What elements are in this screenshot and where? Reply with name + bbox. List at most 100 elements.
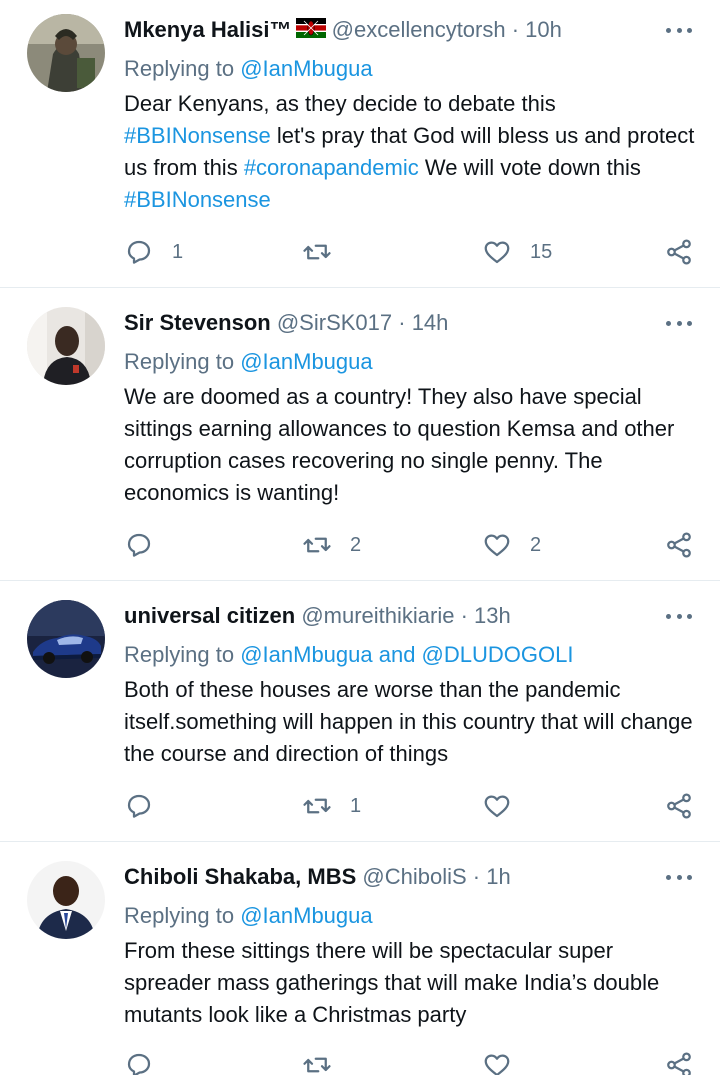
retweet-icon (303, 798, 331, 814)
retweet-icon (303, 1057, 331, 1073)
retweet-icon (303, 244, 331, 260)
handle[interactable]: @SirSK017 (277, 310, 392, 335)
timestamp[interactable]: 14h (412, 310, 449, 335)
handle[interactable]: @excellencytorsh (332, 17, 506, 42)
more-icon[interactable] (666, 307, 692, 339)
timestamp[interactable]: 13h (474, 603, 511, 628)
replying-prefix: Replying to (124, 349, 235, 374)
tweet-header: Mkenya Halisi™ @excellencytorsh · 10h (124, 14, 660, 46)
text-segment: Dear Kenyans, as they decide to debate t… (124, 91, 556, 116)
separator: · (454, 603, 475, 628)
like-button[interactable]: 15 (482, 236, 552, 268)
divider (0, 580, 720, 581)
tweet-header: Sir Stevenson @SirSK017 · 14h (124, 307, 660, 339)
timestamp[interactable]: 10h (525, 17, 562, 42)
tweet-text: Both of these houses are worse than the … (124, 674, 699, 770)
replying-prefix: Replying to (124, 642, 235, 667)
mention-link[interactable]: @IanMbugua and @DLUDOGOLI (240, 642, 573, 667)
divider (0, 287, 720, 288)
more-icon[interactable] (666, 14, 692, 46)
reply-icon (127, 240, 151, 264)
replying-to: Replying to @IanMbugua and @DLUDOGOLI (124, 640, 573, 670)
avatar[interactable] (27, 14, 105, 92)
separator: · (392, 310, 412, 335)
avatar[interactable] (27, 861, 105, 939)
tweet[interactable]: Sir Stevenson @SirSK017 · 14h Replying t… (0, 307, 720, 577)
retweet-button[interactable] (302, 236, 350, 268)
retweet-icon (303, 537, 331, 553)
retweet-button[interactable]: 2 (302, 529, 361, 561)
tweet-header: Chiboli Shakaba, MBS @ChiboliS · 1h (124, 861, 660, 893)
separator: · (466, 864, 487, 889)
share-icon (667, 793, 691, 819)
display-name[interactable]: Mkenya Halisi™ (124, 17, 292, 42)
timestamp[interactable]: 1h (486, 864, 510, 889)
like-button[interactable] (482, 1049, 512, 1075)
tweet-text: We are doomed as a country! They also ha… (124, 381, 699, 509)
share-button[interactable] (664, 790, 694, 822)
more-icon[interactable] (666, 861, 692, 893)
avatar[interactable] (27, 307, 105, 385)
like-count: 15 (530, 240, 553, 263)
reply-button[interactable] (124, 529, 172, 561)
handle[interactable]: @mureithikiarie (301, 603, 454, 628)
like-button[interactable] (482, 790, 530, 822)
like-button[interactable]: 2 (482, 529, 541, 561)
reply-icon (127, 794, 151, 818)
text-segment: We will vote down this (418, 155, 641, 180)
mention-link[interactable]: @IanMbugua (240, 349, 372, 374)
replying-to: Replying to @IanMbugua (124, 347, 373, 377)
text-segment: From these sittings there will be specta… (124, 938, 660, 1027)
hashtag-link[interactable]: #BBINonsense (124, 123, 271, 148)
retweet-button[interactable]: 1 (302, 790, 361, 822)
tweet-text: From these sittings there will be specta… (124, 935, 699, 1031)
reply-button[interactable] (124, 790, 172, 822)
divider (0, 841, 720, 842)
retweet-count: 1 (350, 794, 362, 817)
separator: · (505, 17, 526, 42)
action-bar: 2 2 (0, 529, 720, 561)
hashtag-link[interactable]: #BBINonsense (124, 187, 271, 212)
tweet[interactable]: universal citizen @mureithikiarie · 13h … (0, 600, 720, 840)
mention-link[interactable]: @IanMbugua (240, 903, 372, 928)
text-segment: We are doomed as a country! They also ha… (124, 384, 675, 505)
reply-icon (127, 533, 151, 557)
replying-to: Replying to @IanMbugua (124, 901, 373, 931)
like-icon (484, 241, 510, 264)
hashtag-link[interactable]: #coronapandemic (244, 155, 419, 180)
handle[interactable]: @ChiboliS (362, 864, 466, 889)
tweet-text: Dear Kenyans, as they decide to debate t… (124, 88, 699, 216)
share-button[interactable] (664, 1049, 694, 1075)
reply-button[interactable]: 1 (124, 236, 183, 268)
like-icon (484, 534, 510, 557)
replying-prefix: Replying to (124, 903, 235, 928)
share-icon (667, 532, 691, 558)
tweet-header: universal citizen @mureithikiarie · 13h (124, 600, 660, 632)
share-icon (667, 1052, 691, 1075)
more-icon[interactable] (666, 600, 692, 632)
like-count: 2 (530, 533, 542, 556)
like-icon (484, 1054, 510, 1075)
share-button[interactable] (664, 236, 694, 268)
action-bar: 1 (0, 790, 720, 822)
display-name[interactable]: Chiboli Shakaba, MBS (124, 864, 356, 889)
text-segment: Both of these houses are worse than the … (124, 677, 693, 766)
mention-link[interactable]: @IanMbugua (240, 56, 372, 81)
reply-count: 1 (172, 240, 184, 263)
tweet[interactable]: Chiboli Shakaba, MBS @ChiboliS · 1h Repl… (0, 861, 720, 1075)
reply-icon (127, 1053, 151, 1075)
action-bar: 1 15 (0, 236, 720, 268)
like-icon (484, 795, 510, 818)
retweet-count: 2 (350, 533, 362, 556)
kenya-flag-icon (295, 18, 326, 39)
share-icon (667, 239, 691, 265)
share-button[interactable] (664, 529, 694, 561)
tweet[interactable]: Mkenya Halisi™ @excellencytorsh · 10h Re… (0, 14, 720, 284)
retweet-button[interactable] (302, 1049, 332, 1075)
display-name[interactable]: universal citizen (124, 603, 295, 628)
display-name[interactable]: Sir Stevenson (124, 310, 271, 335)
action-bar (0, 1049, 720, 1075)
replying-prefix: Replying to (124, 56, 235, 81)
avatar[interactable] (27, 600, 105, 678)
reply-button[interactable] (124, 1049, 154, 1075)
